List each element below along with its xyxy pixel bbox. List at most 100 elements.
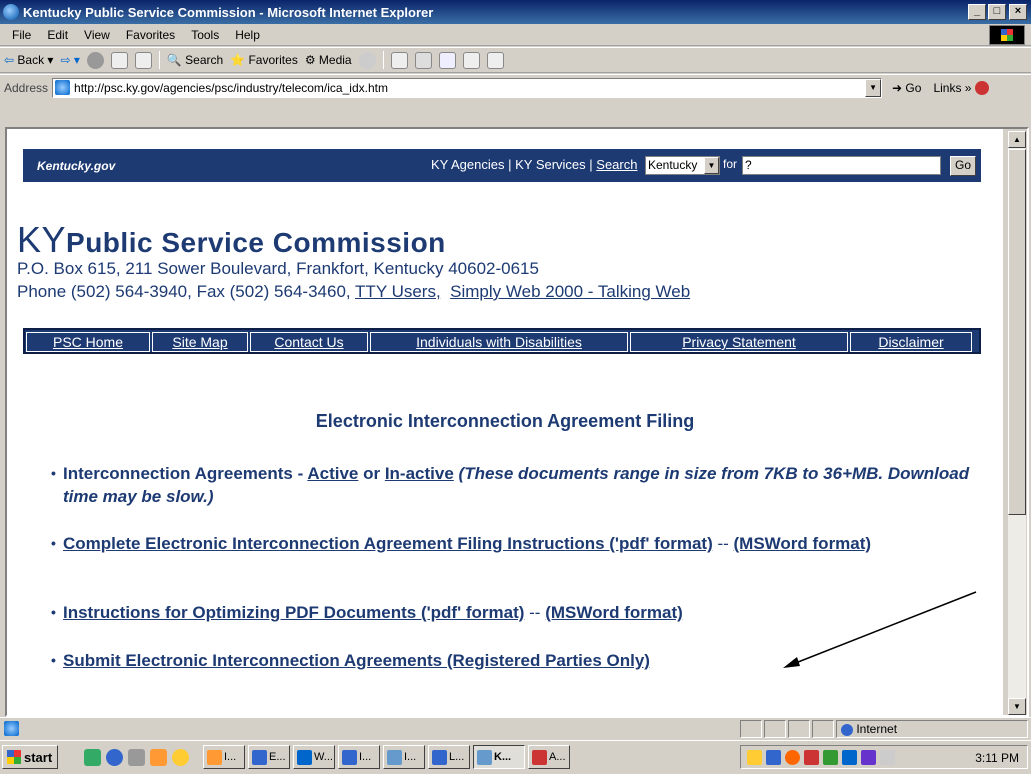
maximize-button[interactable]: □ <box>988 4 1006 20</box>
task-icon <box>477 749 492 765</box>
task-button[interactable]: I... <box>383 745 425 769</box>
menu-tools[interactable]: Tools <box>183 28 227 42</box>
quicklaunch-desktop-icon[interactable] <box>84 749 101 766</box>
go-label: Go <box>905 80 922 95</box>
task-label: E... <box>269 751 286 763</box>
ie-icon <box>3 4 19 20</box>
links-label: Links <box>933 80 962 95</box>
clock[interactable]: 3:11 PM <box>975 751 1019 765</box>
network-icon[interactable] <box>766 749 781 765</box>
print-icon[interactable] <box>414 51 432 69</box>
tray-app-icon[interactable] <box>823 749 838 765</box>
go-button[interactable]: ➜ Go <box>892 81 921 95</box>
task-icon <box>387 749 402 765</box>
toolbar-separator <box>382 51 384 69</box>
discuss-icon[interactable] <box>462 51 480 69</box>
task-icon <box>342 749 357 765</box>
favorites-button[interactable]: ⭐ Favorites <box>230 53 298 67</box>
windows-flag-icon <box>7 750 21 764</box>
start-label: start <box>24 749 53 765</box>
menu-favorites[interactable]: Favorites <box>118 28 183 42</box>
page-viewport: Kentucky.gov KY Agencies | KY Services |… <box>7 129 1003 715</box>
system-tray: 3:11 PM <box>740 745 1028 769</box>
task-label: I... <box>224 751 237 763</box>
scroll-up-icon[interactable]: ▲ <box>1008 131 1026 148</box>
task-icon <box>297 749 312 765</box>
toolbar-separator <box>158 51 160 69</box>
status-bar: Internet <box>0 717 1031 739</box>
menu-edit[interactable]: Edit <box>39 28 76 42</box>
mail-tray-icon[interactable] <box>880 749 895 765</box>
quicklaunch-media-icon[interactable] <box>172 749 189 766</box>
page-icon <box>55 80 71 95</box>
antivirus-icon[interactable] <box>785 749 800 765</box>
menu-bar: File Edit View Favorites Tools Help <box>0 24 1031 46</box>
globe-icon <box>841 723 853 736</box>
task-button[interactable]: L... <box>428 745 470 769</box>
task-button[interactable]: W... <box>293 745 335 769</box>
scroll-down-icon[interactable]: ▼ <box>1008 698 1026 715</box>
start-button[interactable]: start <box>2 745 58 769</box>
window-titlebar: Kentucky Public Service Commission - Mic… <box>0 0 1031 24</box>
address-input[interactable]: http://psc.ky.gov/agencies/psc/industry/… <box>52 77 883 98</box>
tray-app-icon[interactable] <box>861 749 876 765</box>
vertical-scrollbar[interactable]: ▲ ▼ <box>1008 131 1026 715</box>
favorites-label: Favorites <box>248 53 298 67</box>
menu-view[interactable]: View <box>76 28 118 42</box>
stop-icon[interactable] <box>86 51 104 69</box>
media-label: Media <box>318 53 352 67</box>
minimize-button[interactable]: _ <box>968 4 986 20</box>
task-label: I... <box>404 751 417 763</box>
task-icon <box>432 749 447 765</box>
search-label: Search <box>185 53 224 67</box>
task-button[interactable]: I... <box>203 745 245 769</box>
address-dropdown-icon[interactable]: ▼ <box>865 78 882 97</box>
task-button[interactable]: A... <box>528 745 570 769</box>
home-icon[interactable] <box>134 51 152 69</box>
quicklaunch-outlook-icon[interactable] <box>128 749 145 766</box>
toolbar: ⇦ Back ▾ ⇨ ▾ 🔍 Search ⭐ Favorites ⚙ Medi… <box>0 47 1031 73</box>
media-button[interactable]: ⚙ Media <box>305 53 352 67</box>
edit-icon[interactable] <box>438 51 456 69</box>
taskbar: start I... E... W... I... I... L... K...… <box>0 740 1031 774</box>
task-label: I... <box>359 751 372 763</box>
task-icon <box>532 749 547 765</box>
windows-logo-icon <box>989 25 1025 45</box>
window-title: Kentucky Public Service Commission - Mic… <box>23 4 434 20</box>
close-button[interactable]: × <box>1009 4 1027 20</box>
quicklaunch-app-icon[interactable] <box>150 749 167 766</box>
page-status-icon <box>4 721 19 736</box>
scroll-thumb[interactable] <box>1008 149 1026 515</box>
links-button[interactable]: Links » <box>933 81 971 95</box>
back-button[interactable]: ⇦ Back ▾ <box>4 53 53 67</box>
tray-app-icon[interactable] <box>842 749 857 765</box>
address-label: Address <box>4 80 49 95</box>
mail-icon[interactable] <box>390 51 408 69</box>
status-cell <box>740 720 762 738</box>
task-label: W... <box>314 751 333 763</box>
status-cell <box>788 720 810 738</box>
forward-button[interactable]: ⇨ ▾ <box>60 53 79 67</box>
task-icon <box>252 749 267 765</box>
addon-icon[interactable] <box>975 80 990 95</box>
task-label: A... <box>549 751 566 763</box>
status-cell <box>764 720 786 738</box>
tray-app-icon[interactable] <box>804 749 819 765</box>
task-button[interactable]: E... <box>248 745 290 769</box>
menu-help[interactable]: Help <box>227 28 268 42</box>
security-zone: Internet <box>836 720 1028 738</box>
address-bar: Address http://psc.ky.gov/agencies/psc/i… <box>0 74 1031 100</box>
annotation-arrow <box>783 591 977 668</box>
task-label: K... <box>494 751 512 763</box>
back-label: Back <box>17 53 45 67</box>
status-cell <box>812 720 834 738</box>
refresh-icon[interactable] <box>110 51 128 69</box>
quicklaunch-ie-icon[interactable] <box>106 749 123 766</box>
task-button[interactable]: I... <box>338 745 380 769</box>
volume-icon[interactable] <box>747 749 762 765</box>
messenger-icon[interactable] <box>486 51 504 69</box>
menu-file[interactable]: File <box>4 28 39 42</box>
history-icon[interactable] <box>358 51 376 69</box>
task-button-active[interactable]: K... <box>473 745 525 769</box>
search-button[interactable]: 🔍 Search <box>167 53 223 67</box>
